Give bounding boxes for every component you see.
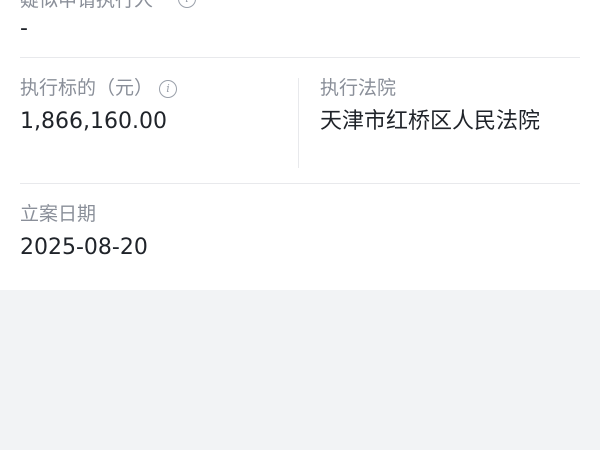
info-icon[interactable]: i — [178, 0, 196, 8]
row-divider — [20, 183, 580, 184]
row-divider — [20, 57, 580, 58]
info-icon[interactable]: i — [159, 80, 178, 98]
column-divider — [298, 78, 299, 168]
case-detail-card: 疑似申请执行人 i - 执行标的（元） i 1,866,160.00 执行法院 天… — [0, 0, 600, 290]
exec-amount-label-text: 执行标的（元） — [20, 77, 154, 99]
exec-amount-label: 执行标的（元） i — [20, 76, 178, 100]
applicant-label: 疑似申请执行人 — [20, 0, 154, 11]
applicant-value: - — [20, 16, 28, 41]
exec-court-label: 执行法院 — [320, 77, 397, 99]
exec-court-value: 天津市红桥区人民法院 — [320, 109, 541, 134]
exec-amount-value: 1,866,160.00 — [20, 109, 167, 134]
filing-date-label: 立案日期 — [20, 203, 97, 225]
filing-date-value: 2025-08-20 — [20, 235, 148, 260]
